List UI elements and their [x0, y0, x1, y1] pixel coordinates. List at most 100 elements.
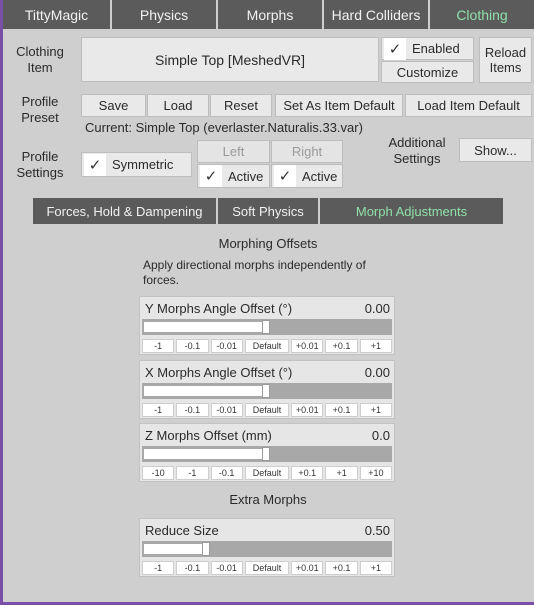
- symmetric-label: Symmetric: [112, 157, 174, 172]
- step-button[interactable]: +1: [325, 466, 358, 480]
- subtab-label: Morph Adjustments: [355, 203, 468, 219]
- tab-label: Clothing: [456, 6, 508, 23]
- step-button[interactable]: -1: [176, 466, 209, 480]
- subtab-forces-hold-dampening[interactable]: Forces, Hold & Dampening: [33, 198, 216, 224]
- label-line: Profile: [21, 94, 59, 109]
- left-label: Left: [222, 144, 245, 159]
- label-line: Additional: [388, 135, 446, 150]
- customize-button[interactable]: Customize: [381, 61, 474, 83]
- step-button[interactable]: -1: [142, 561, 175, 575]
- step-button[interactable]: -0.1: [210, 466, 243, 480]
- save-label: Save: [98, 98, 129, 113]
- plugin-window: TittyMagic Physics Morphs Hard Colliders…: [0, 0, 534, 605]
- slider-value: 0.00: [364, 301, 390, 316]
- tab-label: TittyMagic: [24, 6, 89, 23]
- step-button[interactable]: +1: [359, 561, 392, 575]
- tab-morphs[interactable]: Morphs: [218, 0, 322, 29]
- profile-preset-label: Profile Preset: [7, 94, 73, 126]
- save-button[interactable]: Save: [81, 94, 146, 117]
- show-additional-settings-button[interactable]: Show...: [459, 138, 532, 162]
- step-button[interactable]: +0.01: [291, 403, 324, 417]
- step-button[interactable]: +1: [359, 403, 392, 417]
- enabled-toggle[interactable]: ✓ Enabled: [381, 37, 474, 60]
- slider-handle[interactable]: [262, 320, 270, 334]
- subtab-morph-adjustments[interactable]: Morph Adjustments: [320, 198, 503, 224]
- label-line: Settings: [16, 165, 64, 180]
- step-button[interactable]: Default: [244, 339, 290, 353]
- step-button[interactable]: -0.01: [210, 561, 243, 575]
- step-button[interactable]: -1: [142, 339, 175, 353]
- label-line: Profile: [21, 149, 59, 164]
- slider-handle[interactable]: [262, 384, 270, 398]
- slider-track[interactable]: [142, 319, 392, 335]
- slider-fill: [144, 386, 262, 396]
- step-button[interactable]: +0.01: [291, 561, 324, 575]
- description-line: Apply directional morphs independently o…: [143, 258, 366, 272]
- step-button[interactable]: +10: [359, 466, 392, 480]
- step-button[interactable]: +0.01: [291, 339, 324, 353]
- reload-items-button[interactable]: Reload Items: [479, 37, 532, 83]
- step-button[interactable]: -0.01: [210, 403, 243, 417]
- left-active-toggle[interactable]: ✓ Active: [197, 164, 270, 188]
- slider-title: Z Morphs Offset (mm): [145, 428, 272, 443]
- tab-hard-colliders[interactable]: Hard Colliders: [324, 0, 428, 29]
- check-icon: ✓: [84, 153, 106, 176]
- slider-title: X Morphs Angle Offset (°): [145, 365, 293, 380]
- load-button[interactable]: Load: [147, 94, 209, 117]
- tab-titty-magic[interactable]: TittyMagic: [3, 0, 110, 29]
- step-button[interactable]: -10: [142, 466, 175, 480]
- morphing-description: Apply directional morphs independently o…: [143, 258, 366, 288]
- step-button[interactable]: Default: [244, 403, 290, 417]
- check-icon: ✓: [384, 37, 406, 60]
- right-active-label: Active: [302, 168, 338, 184]
- set-as-item-default-button[interactable]: Set As Item Default: [275, 94, 403, 117]
- reset-button[interactable]: Reset: [210, 94, 272, 117]
- load-item-default-button[interactable]: Load Item Default: [405, 94, 532, 117]
- slider-track[interactable]: [142, 541, 392, 557]
- step-button[interactable]: +0.1: [325, 339, 358, 353]
- slider-value: 0.50: [364, 523, 390, 538]
- slider-track[interactable]: [142, 446, 392, 462]
- step-button[interactable]: +0.1: [325, 561, 358, 575]
- step-button[interactable]: +1: [359, 339, 392, 353]
- step-button[interactable]: -0.1: [176, 403, 209, 417]
- slider-value: 0.0: [371, 428, 390, 443]
- right-label: Right: [291, 144, 323, 159]
- load-default-label: Load Item Default: [417, 98, 520, 113]
- slider-title: Reduce Size: [145, 523, 219, 538]
- step-button[interactable]: -0.1: [176, 339, 209, 353]
- right-active-toggle[interactable]: ✓ Active: [271, 164, 343, 188]
- subtab-label: Forces, Hold & Dampening: [46, 203, 203, 219]
- step-buttons: -1 -0.1 -0.01 Default +0.01 +0.1 +1: [142, 403, 392, 417]
- clothing-item-selector[interactable]: Simple Top [MeshedVR]: [81, 37, 379, 82]
- show-label: Show...: [474, 142, 517, 158]
- step-button[interactable]: +0.1: [325, 403, 358, 417]
- check-icon: ✓: [274, 165, 296, 187]
- label-line: Settings: [393, 151, 441, 166]
- step-buttons: -1 -0.1 -0.01 Default +0.01 +0.1 +1: [142, 339, 392, 353]
- step-button[interactable]: +0.1: [291, 466, 324, 480]
- slider-handle[interactable]: [202, 542, 210, 556]
- slider-z-morphs-offset: Z Morphs Offset (mm) 0.0 -10 -1 -0.1 Defaul…: [139, 423, 395, 482]
- subtab-label: Soft Physics: [232, 203, 304, 219]
- step-button[interactable]: Default: [244, 466, 290, 480]
- step-button[interactable]: Default: [244, 561, 290, 575]
- tab-physics[interactable]: Physics: [112, 0, 216, 29]
- step-button[interactable]: -0.1: [176, 561, 209, 575]
- step-button[interactable]: -1: [142, 403, 175, 417]
- symmetric-toggle[interactable]: ✓ Symmetric: [81, 152, 192, 177]
- description-line: forces.: [143, 273, 180, 287]
- label-line: Item: [27, 60, 53, 75]
- tab-label: Morphs: [246, 6, 294, 23]
- tab-clothing[interactable]: Clothing: [430, 0, 534, 29]
- step-button[interactable]: -0.01: [210, 339, 243, 353]
- subtab-soft-physics[interactable]: Soft Physics: [218, 198, 318, 224]
- slider-track[interactable]: [142, 383, 392, 399]
- right-side-header: Right: [271, 140, 343, 163]
- slider-reduce-size: Reduce Size 0.50 -1 -0.1 -0.01 Default +0.01…: [139, 518, 395, 577]
- check-icon: ✓: [200, 165, 222, 187]
- slider-handle[interactable]: [262, 447, 270, 461]
- selected-item-text: Simple Top [MeshedVR]: [155, 51, 305, 68]
- load-label: Load: [163, 98, 193, 113]
- label-line: Preset: [21, 110, 59, 125]
